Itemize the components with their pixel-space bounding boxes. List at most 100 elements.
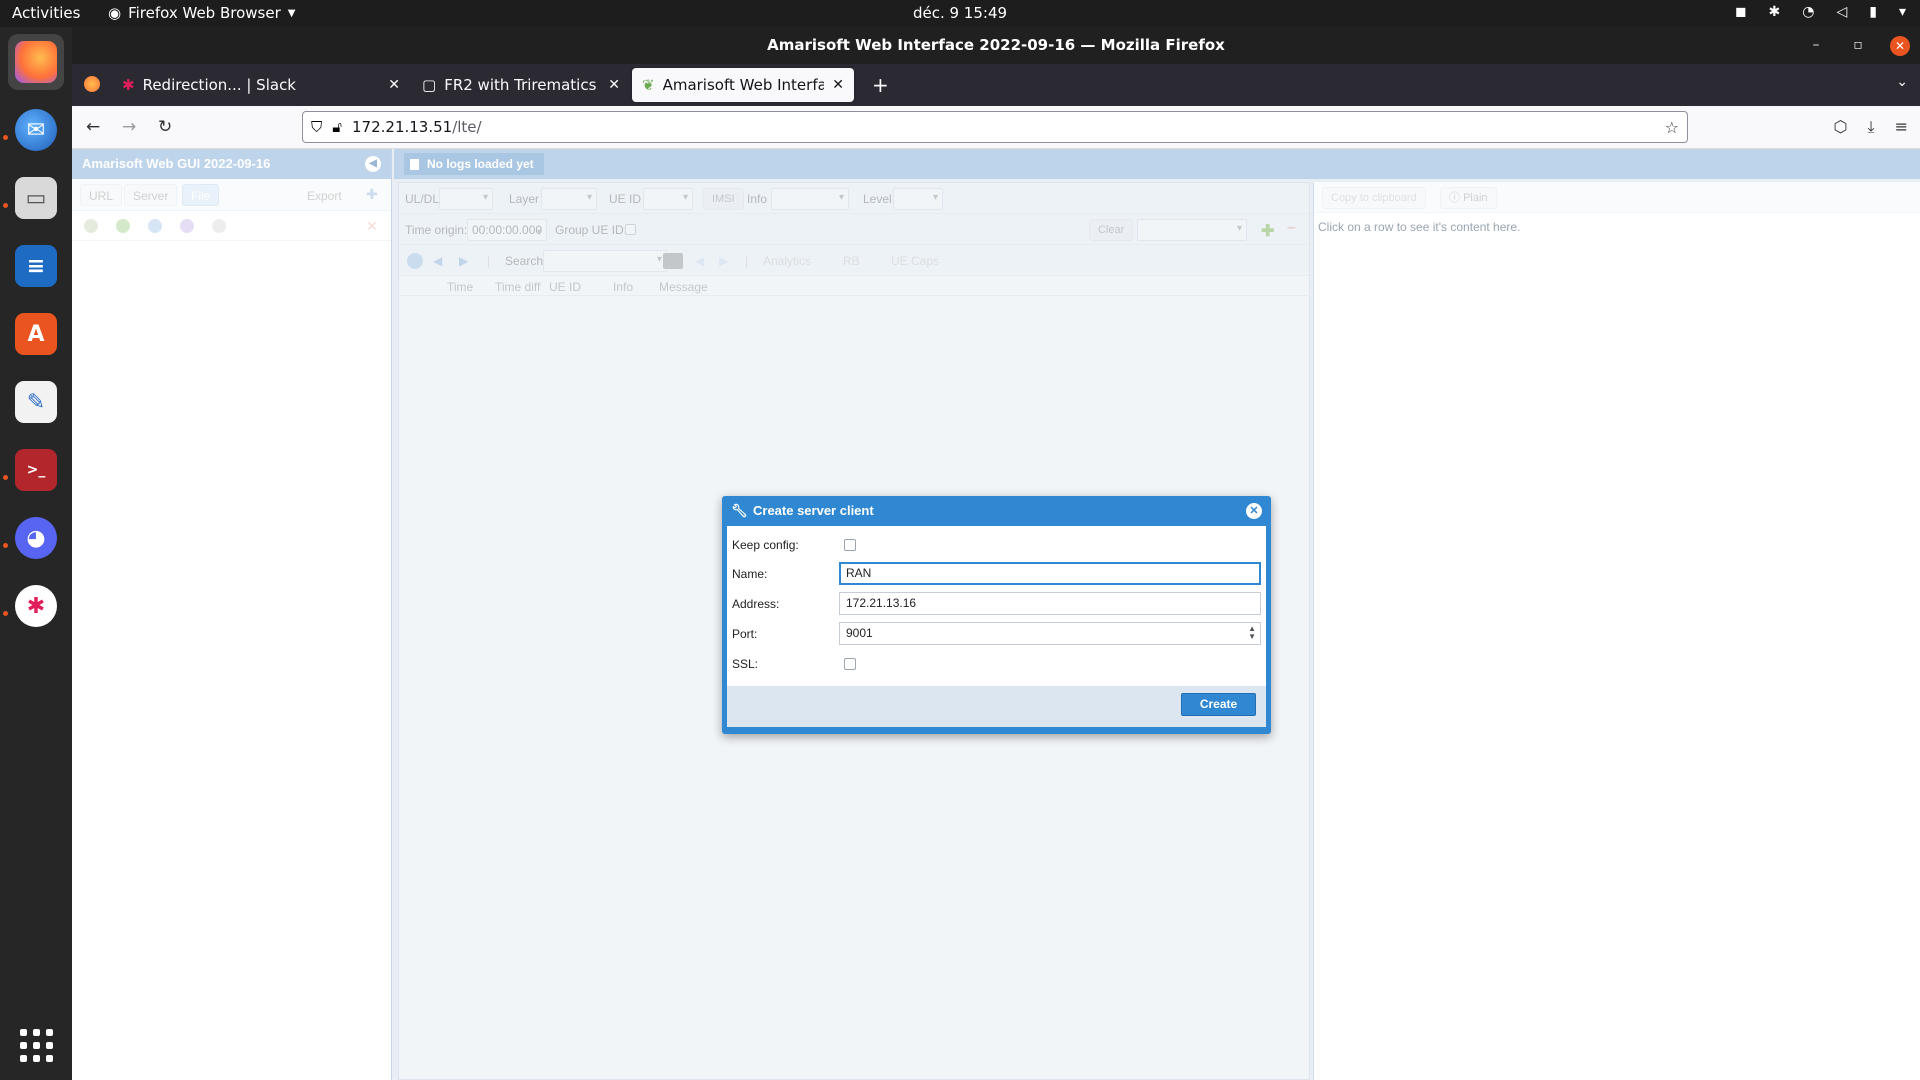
- forward-button[interactable]: →: [122, 117, 136, 137]
- no-logs-tab[interactable]: No logs loaded yet: [404, 153, 544, 175]
- stop-icon[interactable]: [212, 219, 226, 233]
- dock-text-editor[interactable]: ✎: [8, 374, 64, 430]
- export-button[interactable]: Export: [298, 184, 351, 206]
- column-info[interactable]: Info: [613, 280, 633, 294]
- keep-config-checkbox[interactable]: [844, 539, 856, 551]
- back-button[interactable]: ←: [86, 117, 100, 137]
- column-ue-id[interactable]: UE ID: [549, 280, 581, 294]
- ssl-checkbox[interactable]: [844, 658, 856, 670]
- add-source-icon[interactable]: ✚: [366, 186, 378, 203]
- tab-title: Redirection... | Slack: [142, 76, 296, 94]
- filter-preset-select[interactable]: [1137, 219, 1247, 241]
- dock-slack[interactable]: ✱: [8, 578, 64, 634]
- time-origin-input[interactable]: 00:00:00.000: [467, 219, 547, 243]
- address-input[interactable]: 172.21.13.16: [839, 592, 1261, 615]
- level-label: Level: [863, 192, 892, 206]
- search-input[interactable]: [543, 250, 667, 272]
- url-bar[interactable]: ⛉ 🔓︎ 172.21.13.51/lte/ ☆: [302, 111, 1688, 143]
- dock: ✉ ▭ ≡ A ✎ >_ ◕ ✱: [0, 27, 72, 1080]
- clock[interactable]: déc. 9 15:49: [0, 4, 1920, 22]
- dock-firefox[interactable]: [8, 34, 64, 90]
- downloads-icon[interactable]: ⤓: [1868, 117, 1875, 137]
- slack-tray-icon[interactable]: ✱: [1769, 4, 1781, 20]
- filter-row-1: UL/DL Layer UE ID IMSI Info Level: [399, 183, 1309, 214]
- copy-to-clipboard-button[interactable]: Copy to clipboard: [1322, 187, 1426, 209]
- pocket-icon[interactable]: ⬡: [1834, 117, 1848, 137]
- port-spinner-icon[interactable]: ▲ ▼: [1248, 625, 1256, 641]
- tab-slack[interactable]: ✱ Redirection... | Slack ✕: [112, 68, 410, 102]
- dialog-close-button[interactable]: ✕: [1246, 503, 1262, 519]
- level-select[interactable]: [893, 188, 943, 210]
- column-time[interactable]: Time: [447, 280, 473, 294]
- previous-arrow-icon[interactable]: ◀: [433, 254, 442, 268]
- add-filter-icon[interactable]: ✚: [1261, 221, 1274, 241]
- column-time-diff[interactable]: Time diff: [495, 280, 540, 294]
- layer-select[interactable]: [541, 188, 597, 210]
- discord-tray-icon[interactable]: ◼: [1735, 4, 1747, 20]
- play-icon[interactable]: [84, 219, 98, 233]
- search-prev-icon[interactable]: ◀: [695, 254, 704, 268]
- power-menu-icon[interactable]: ▾: [1899, 4, 1906, 20]
- analytics-button[interactable]: Analytics: [763, 254, 811, 268]
- server-button[interactable]: Server: [124, 184, 178, 206]
- rb-button[interactable]: RB: [843, 254, 860, 268]
- reload-button[interactable]: ↻: [158, 117, 172, 137]
- tracking-protection-icon[interactable]: ⛉: [311, 118, 322, 136]
- group-ueid-checkbox[interactable]: [625, 224, 636, 235]
- wifi-icon[interactable]: ◔: [1802, 4, 1814, 20]
- volume-icon[interactable]: ◁: [1836, 4, 1847, 20]
- info-select[interactable]: [771, 188, 849, 210]
- clock-icon[interactable]: [407, 253, 423, 269]
- ueid-select[interactable]: [643, 188, 693, 210]
- name-input[interactable]: RAN: [839, 562, 1261, 585]
- tab-fr2[interactable]: ▢ FR2 with Trirematics Alm ✕: [412, 68, 630, 102]
- hamburger-menu-icon[interactable]: ≡: [1895, 117, 1908, 137]
- collapse-panel-icon[interactable]: ◀: [365, 156, 381, 172]
- binoculars-icon[interactable]: [663, 253, 683, 269]
- create-button[interactable]: Create: [1181, 693, 1256, 716]
- uldl-select[interactable]: [439, 188, 493, 210]
- dialog-header: 🔧︎ Create server client ✕: [722, 496, 1271, 526]
- search-next-icon[interactable]: ▶: [719, 254, 728, 268]
- separator: |: [487, 254, 491, 268]
- settings-icon[interactable]: [180, 219, 194, 233]
- url-button[interactable]: URL: [80, 184, 123, 206]
- bookmark-star-icon[interactable]: ☆: [1665, 118, 1679, 137]
- save-icon[interactable]: [148, 219, 162, 233]
- maximize-button[interactable]: ▫: [1848, 27, 1868, 64]
- tab-close-icon[interactable]: ✕: [832, 77, 844, 93]
- window-titlebar: Amarisoft Web Interface 2022-09-16 — Moz…: [72, 27, 1920, 64]
- tab-amarisoft[interactable]: ❦ Amarisoft Web Interface ✕: [632, 68, 854, 102]
- show-applications-button[interactable]: [8, 1017, 64, 1073]
- remove-filter-icon[interactable]: –: [1287, 219, 1296, 237]
- tab-list-chevron-icon[interactable]: ⌄: [1896, 74, 1908, 90]
- delete-icon[interactable]: ✕: [366, 218, 378, 235]
- dock-software[interactable]: A: [8, 306, 64, 362]
- dock-writer[interactable]: ≡: [8, 238, 64, 294]
- dock-files[interactable]: ▭: [8, 170, 64, 226]
- file-button[interactable]: File: [182, 184, 220, 206]
- dock-discord[interactable]: ◕: [8, 510, 64, 566]
- refresh-icon[interactable]: [116, 219, 130, 233]
- clear-button[interactable]: Clear: [1089, 219, 1134, 241]
- column-message[interactable]: Message: [659, 280, 708, 294]
- thunderbird-icon: ✉: [15, 109, 57, 151]
- imsi-button[interactable]: IMSI: [703, 188, 744, 210]
- connection-not-secure-icon[interactable]: 🔓︎: [332, 118, 342, 136]
- page-favicon-icon: ▢: [422, 76, 437, 94]
- tab-close-icon[interactable]: ✕: [388, 77, 400, 93]
- dock-thunderbird[interactable]: ✉: [8, 102, 64, 158]
- new-tab-button[interactable]: +: [872, 73, 889, 97]
- system-tray[interactable]: ◼ ✱ ◔ ◁ ▮ ▾: [1735, 4, 1906, 20]
- dock-terminal-app[interactable]: >_: [8, 442, 64, 498]
- port-input[interactable]: 9001 ▲ ▼: [839, 622, 1261, 645]
- tab-close-icon[interactable]: ✕: [608, 77, 620, 93]
- firefox-view-icon[interactable]: [84, 76, 100, 92]
- slack-icon: ✱: [15, 585, 57, 627]
- next-arrow-icon[interactable]: ▶: [459, 254, 468, 268]
- plain-button[interactable]: ⓘ Plain: [1440, 187, 1497, 209]
- battery-icon[interactable]: ▮: [1869, 4, 1877, 20]
- close-window-button[interactable]: ✕: [1890, 35, 1910, 56]
- minimize-button[interactable]: –: [1806, 27, 1826, 64]
- ue-caps-button[interactable]: UE Caps: [891, 254, 939, 268]
